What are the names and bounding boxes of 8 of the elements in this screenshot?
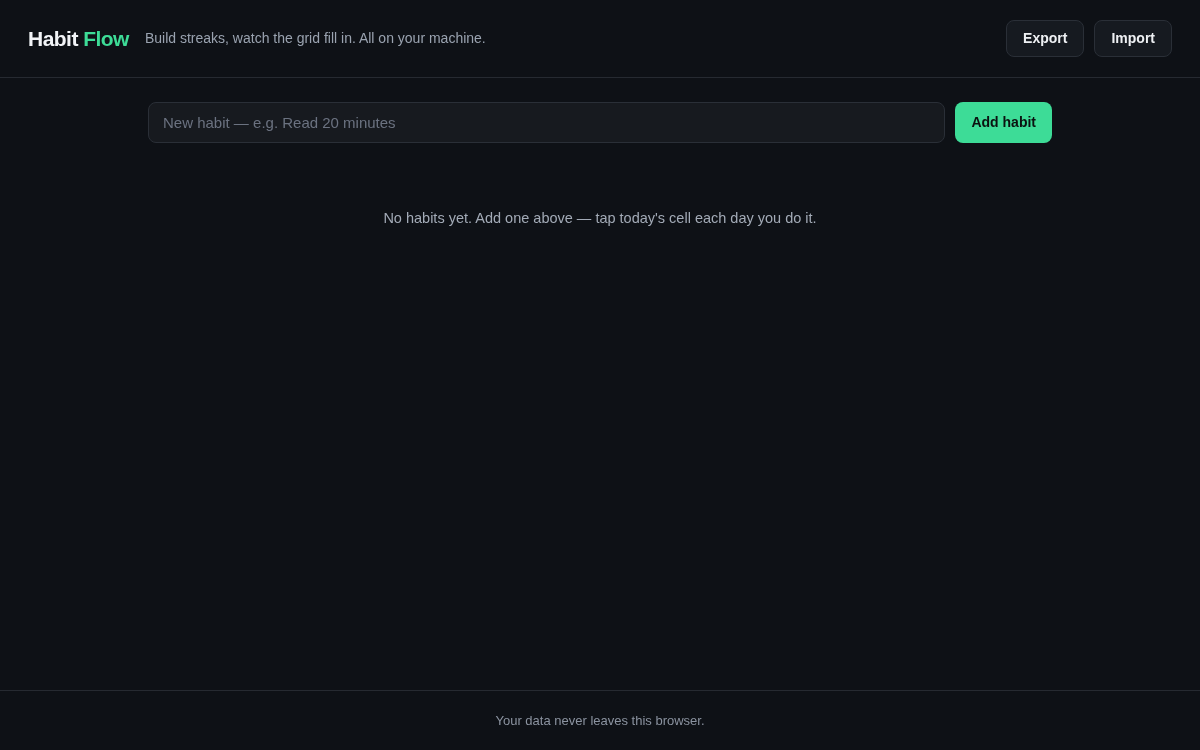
header-button[interactable]: Export xyxy=(1006,20,1085,57)
add-habit-button[interactable]: Add habit xyxy=(955,102,1052,143)
new-habit-field[interactable]: New habit — e.g. Read 20 minutes xyxy=(148,102,946,143)
tagline: Build streaks, watch the grid fill in. All on your machine. xyxy=(144,29,486,48)
footer-note: Your data never leaves this browser. xyxy=(495,711,705,730)
empty-state-message: No habits yet. Add one above — tap today's cell each day you do it. xyxy=(383,209,817,228)
header-button[interactable]: Import xyxy=(1094,20,1172,57)
brand-logo: Habit Flow xyxy=(28,25,129,52)
